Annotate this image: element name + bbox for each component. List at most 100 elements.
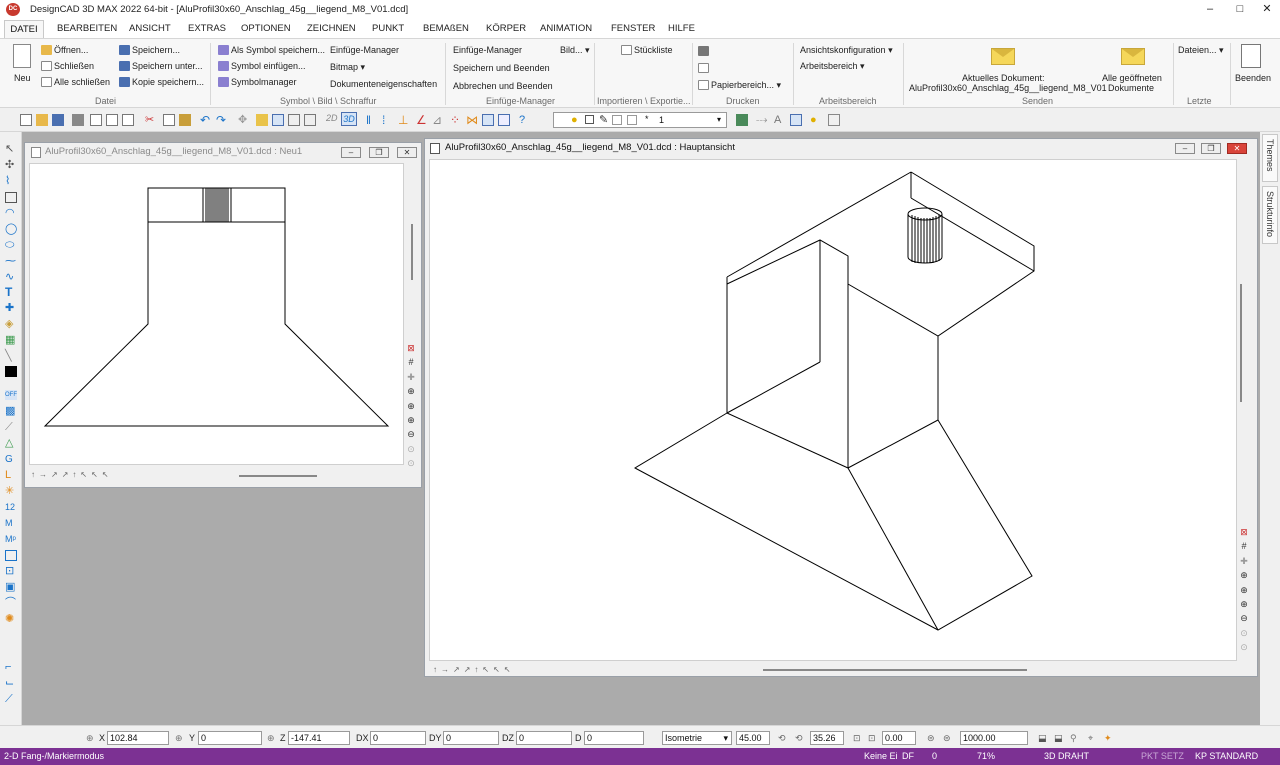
- document-icon[interactable]: [122, 114, 134, 126]
- minimize-doc-button[interactable]: –: [341, 147, 361, 158]
- zoom-out-icon[interactable]: ⊖: [405, 427, 417, 441]
- help-icon[interactable]: ?: [519, 114, 531, 126]
- send-all-label-1[interactable]: Alle geöffneten: [1102, 73, 1162, 83]
- zoom-in-icon[interactable]: ⊕: [405, 399, 417, 413]
- menu-optionen[interactable]: OPTIONEN: [241, 23, 291, 34]
- send-current-label[interactable]: Aktuelles Dokument:: [962, 73, 1045, 83]
- z-field[interactable]: -147.41: [288, 731, 350, 745]
- angle3-field[interactable]: 0.00: [882, 731, 916, 745]
- measure-icon[interactable]: ⊿: [432, 114, 444, 126]
- x-field[interactable]: 102.84: [107, 731, 169, 745]
- paste-icon[interactable]: [179, 114, 191, 126]
- light-icon[interactable]: ●: [810, 114, 822, 126]
- copy-icon[interactable]: [163, 114, 175, 126]
- zoom-prev-icon[interactable]: ⊙: [1238, 640, 1250, 654]
- minimize-doc-button[interactable]: –: [1175, 143, 1195, 154]
- close-file-button[interactable]: Schließen: [41, 61, 94, 71]
- pause-icon[interactable]: ‖: [366, 114, 378, 126]
- insert-manager-button-2[interactable]: Einfüge-Manager: [453, 45, 522, 55]
- lock-icon[interactable]: [256, 114, 268, 126]
- menu-bemassen[interactable]: BEMAßEN: [423, 23, 469, 34]
- tool-c-icon[interactable]: ⚲: [1070, 733, 1077, 744]
- print-icon[interactable]: [72, 114, 84, 126]
- edit-handle-icon[interactable]: ⌐: [5, 662, 17, 673]
- snap-points-icon[interactable]: ⁘: [450, 114, 462, 126]
- vertical-scrollbar[interactable]: [1240, 284, 1242, 402]
- tab-strukturinfo[interactable]: Strukturinfo: [1262, 186, 1278, 244]
- menu-punkt[interactable]: PUNKT: [372, 23, 404, 34]
- restore-doc-button[interactable]: ❐: [1201, 143, 1221, 154]
- circle-icon[interactable]: ◯: [5, 224, 17, 235]
- parts-list-button[interactable]: Stückliste: [621, 45, 673, 55]
- snap-g-icon[interactable]: G: [5, 454, 17, 465]
- zoom-pan-icon[interactable]: ✚: [1238, 554, 1250, 568]
- cancel-and-exit-button[interactable]: Abbrechen und Beenden: [453, 81, 553, 91]
- line-icon[interactable]: ╲: [5, 351, 17, 362]
- new-document-icon[interactable]: [13, 44, 31, 68]
- save-icon[interactable]: [52, 114, 64, 126]
- menu-ansicht[interactable]: ANSICHT: [129, 23, 171, 34]
- snap-off-icon[interactable]: OFF: [5, 390, 17, 400]
- print-preview-icon[interactable]: [698, 63, 709, 73]
- symbol-manager-button[interactable]: Symbolmanager: [218, 77, 297, 87]
- select-arrow-icon[interactable]: ↖: [5, 144, 17, 155]
- send-current-name[interactable]: AluProfil30x60_Anschlag_45g__liegend_M8_…: [909, 83, 1107, 93]
- nav-arrows[interactable]: ↑→↗↗↑↖↖↖: [31, 470, 113, 479]
- menu-fenster[interactable]: FENSTER: [611, 23, 655, 34]
- save-as-button[interactable]: Speichern unter...: [119, 61, 203, 71]
- snap-mp-icon[interactable]: Mᵖ: [5, 534, 17, 545]
- send-all-label-2[interactable]: Dokumente: [1108, 83, 1154, 93]
- zoom-grid-icon[interactable]: #: [405, 355, 417, 369]
- window-icon[interactable]: [272, 114, 284, 126]
- snap-triangle-icon[interactable]: △: [5, 438, 17, 449]
- axis-icon[interactable]: ⊥: [398, 114, 410, 126]
- cut-icon[interactable]: ✂: [145, 114, 157, 126]
- menu-extras[interactable]: EXTRAS: [188, 23, 226, 34]
- d-field[interactable]: 0: [584, 731, 644, 745]
- save-as-symbol-button[interactable]: Als Symbol speichern...: [218, 45, 325, 55]
- ellipse-icon[interactable]: ⬭: [5, 240, 17, 251]
- point-icon[interactable]: ✣: [5, 160, 17, 171]
- zoom-grid-icon[interactable]: #: [1238, 539, 1250, 553]
- layer-manager-icon[interactable]: [736, 114, 748, 126]
- snap-arc-icon[interactable]: ⌒: [5, 598, 17, 609]
- angle2-field[interactable]: 35.26: [810, 731, 844, 745]
- send-all-documents-icon[interactable]: [1121, 48, 1145, 65]
- zoom-close-icon[interactable]: ⊠: [1238, 525, 1250, 539]
- zoom-plus-icon[interactable]: ⊕: [405, 413, 417, 427]
- snap-m-icon[interactable]: M: [5, 518, 17, 529]
- snap-center-icon[interactable]: ⊡: [5, 566, 17, 577]
- scale-field[interactable]: 1000.00: [960, 731, 1028, 745]
- zoom-out-icon[interactable]: ⊖: [1238, 611, 1250, 625]
- hatch-icon[interactable]: ⤏: [756, 114, 768, 126]
- zoom-pan-icon[interactable]: ✚: [405, 370, 417, 384]
- view-config-button[interactable]: Ansichtskonfiguration ▾: [800, 45, 893, 56]
- tool-a-icon[interactable]: ⬓: [1038, 733, 1047, 744]
- document-properties-button[interactable]: Dokumenteneigenschaften: [330, 79, 437, 89]
- move-icon[interactable]: ✥: [238, 114, 250, 126]
- dy-field[interactable]: 0: [443, 731, 499, 745]
- close-button[interactable]: ✕: [1252, 0, 1280, 19]
- snap-grid2-icon[interactable]: ▣: [5, 582, 17, 593]
- maximize-button[interactable]: □: [1225, 0, 1255, 19]
- layer-dropdown[interactable]: ● ✎ * 1 ▾: [553, 112, 727, 128]
- snap-12-icon[interactable]: 12: [5, 502, 17, 513]
- redo-icon[interactable]: ↷: [216, 114, 228, 126]
- print-icon[interactable]: [698, 46, 709, 56]
- snap-star-icon[interactable]: ✳: [5, 486, 17, 497]
- page-setup-icon[interactable]: [106, 114, 118, 126]
- drawing-canvas-isometric[interactable]: [429, 159, 1237, 661]
- 3d-toggle[interactable]: 3D: [341, 112, 357, 126]
- 2d-toggle[interactable]: 2D: [326, 113, 338, 123]
- lock-z-icon[interactable]: ⊕: [267, 733, 275, 744]
- zoom-all-icon[interactable]: ⊙: [1238, 626, 1250, 640]
- dz-field[interactable]: 0: [516, 731, 572, 745]
- padlock-icon[interactable]: [828, 114, 840, 126]
- recent-files-button[interactable]: Dateien... ▾: [1178, 45, 1224, 56]
- nav-arrows[interactable]: ↑→↗↗↑↖↖↖: [433, 665, 515, 674]
- menu-animation[interactable]: ANIMATION: [540, 23, 592, 34]
- edit-trim-icon[interactable]: ⌙: [5, 678, 17, 689]
- zoom-plus-icon[interactable]: ⊕: [1238, 597, 1250, 611]
- horizontal-scrollbar[interactable]: [239, 475, 317, 477]
- hatch-tool-icon[interactable]: ▦: [5, 335, 17, 346]
